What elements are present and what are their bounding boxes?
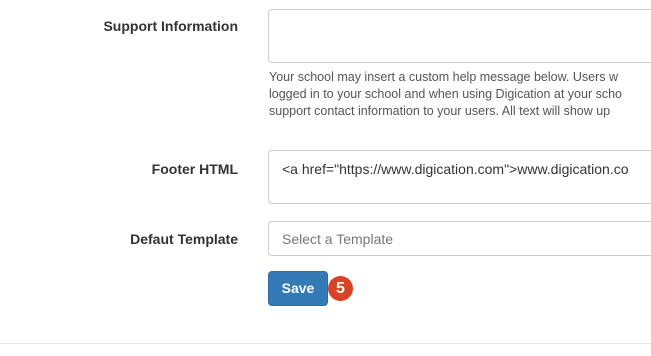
footer-html-value: <a href="https://www.digication.com">www…: [282, 161, 629, 177]
help-text-line: support contact information to your user…: [269, 104, 611, 118]
default-template-select[interactable]: Select a Template: [268, 221, 651, 256]
bottom-divider: [0, 343, 651, 344]
step-number-badge: 5: [328, 276, 353, 301]
help-text-line: logged in to your school and when using …: [269, 87, 622, 101]
support-information-textarea[interactable]: [268, 9, 651, 63]
default-template-placeholder: Select a Template: [282, 231, 394, 247]
help-text-line: Your school may insert a custom help mes…: [269, 70, 619, 84]
support-information-label: Support Information: [103, 18, 238, 34]
save-button[interactable]: Save: [268, 271, 328, 306]
default-template-label: Defaut Template: [130, 231, 238, 247]
footer-html-label: Footer HTML: [151, 161, 238, 177]
footer-html-textarea[interactable]: <a href="https://www.digication.com">www…: [268, 150, 651, 204]
support-information-help-text: Your school may insert a custom help mes…: [269, 69, 651, 120]
